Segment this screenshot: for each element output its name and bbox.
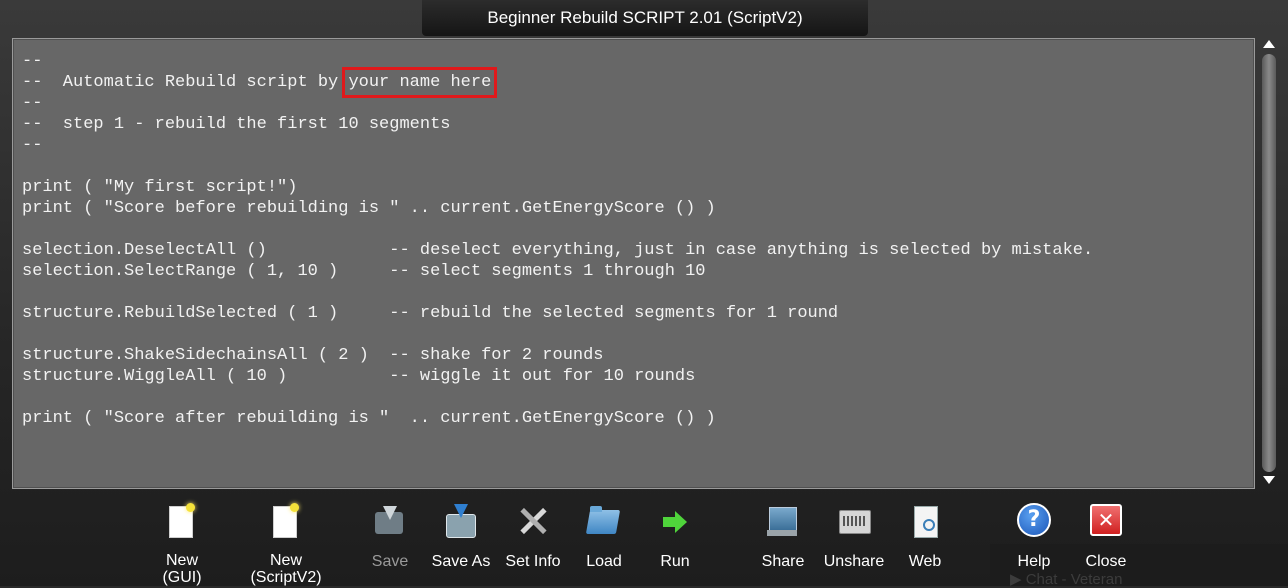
code-line: structure.RebuildSelected ( 1 ) -- rebui… (22, 304, 839, 323)
share-button[interactable]: Share (747, 496, 819, 586)
save-as-icon (441, 502, 481, 542)
save-icon (370, 502, 410, 542)
code-line: selection.DeselectAll () -- deselect eve… (22, 241, 1094, 260)
script-editor-window: Beginner Rebuild SCRIPT 2.01 (ScriptV2) … (0, 0, 1288, 588)
unshare-button[interactable]: Unshare (818, 496, 890, 586)
scroll-up-arrow-icon[interactable] (1263, 40, 1275, 48)
load-button[interactable]: Load (568, 496, 640, 586)
run-arrow-icon (655, 502, 695, 542)
folder-icon (584, 502, 624, 542)
code-line: -- (22, 136, 43, 155)
code-line: -- (22, 52, 43, 71)
author-name-highlight: your name here (342, 67, 498, 98)
web-page-icon (905, 502, 945, 542)
code-line: structure.ShakeSidechainsAll ( 2 ) -- sh… (22, 346, 604, 365)
scroll-down-arrow-icon[interactable] (1263, 476, 1275, 484)
set-info-button[interactable]: Set Info (497, 496, 569, 586)
code-line: print ( "My first script!") (22, 178, 298, 197)
code-line: selection.SelectRange ( 1, 10 ) -- selec… (22, 262, 706, 281)
code-editor[interactable]: -- -- Automatic Rebuild script by your n… (12, 38, 1255, 489)
code-line: print ( "Score after rebuilding is " .. … (22, 409, 716, 428)
code-line: -- step 1 - rebuild the first 10 segment… (22, 115, 451, 134)
code-line: -- Automatic Rebuild script by (22, 73, 349, 92)
vertical-scrollbar[interactable] (1258, 38, 1280, 489)
help-icon (1014, 502, 1054, 542)
new-page-icon (266, 502, 306, 541)
code-line: structure.WiggleAll ( 10 ) -- wiggle it … (22, 367, 696, 386)
code-line: -- (22, 94, 43, 113)
save-button[interactable]: Save (354, 496, 426, 586)
save-as-button[interactable]: Save As (425, 496, 497, 586)
window-title: Beginner Rebuild SCRIPT 2.01 (ScriptV2) (422, 0, 868, 36)
help-button[interactable]: Help (998, 496, 1070, 586)
new-gui-button[interactable]: New (GUI) (146, 496, 218, 586)
close-button[interactable]: Close (1070, 496, 1142, 586)
new-page-icon (162, 502, 202, 541)
close-icon (1086, 502, 1126, 542)
web-button[interactable]: Web (889, 496, 961, 586)
code-text[interactable]: -- -- Automatic Rebuild script by your n… (13, 39, 1254, 429)
tools-icon (513, 502, 553, 542)
scroll-thumb[interactable] (1262, 54, 1276, 472)
code-line: print ( "Score before rebuilding is " ..… (22, 199, 716, 218)
share-icon (763, 502, 803, 542)
unshare-icon (834, 502, 874, 542)
run-button[interactable]: Run (639, 496, 711, 586)
new-scriptv2-button[interactable]: New (ScriptV2) (250, 496, 322, 586)
bottom-toolbar: New (GUI) New (ScriptV2) Save Save As Se… (0, 496, 1288, 586)
